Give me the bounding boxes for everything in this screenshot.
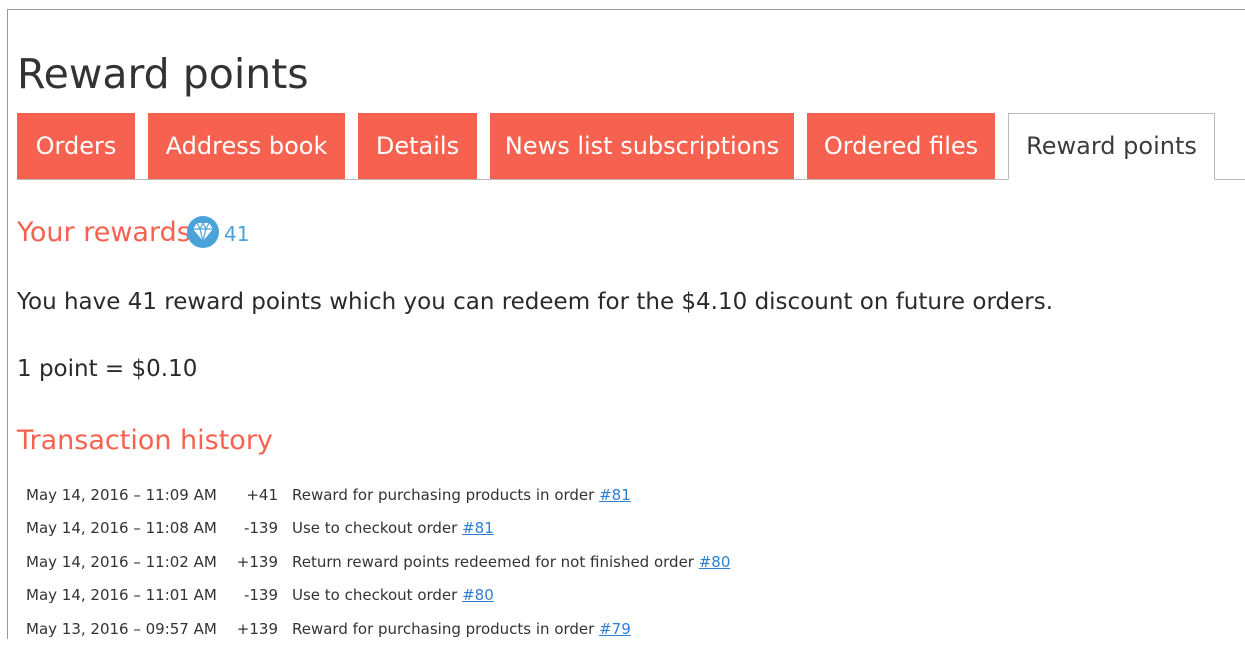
transaction-amount: +139 <box>236 552 278 571</box>
transaction-text: Return reward points redeemed for not fi… <box>292 552 699 571</box>
your-rewards-heading: Your rewards <box>17 217 191 248</box>
tab-news-list-subscriptions[interactable]: News list subscriptions <box>490 113 794 179</box>
transaction-amount: -139 <box>243 519 278 538</box>
order-link[interactable]: #81 <box>599 486 631 504</box>
table-row: May 14, 2016 – 11:09 AM +41 Reward for p… <box>20 478 730 512</box>
transaction-description: Reward for purchasing products in order … <box>288 612 730 646</box>
transaction-date: May 14, 2016 – 11:08 AM <box>26 519 217 538</box>
table-row: May 14, 2016 – 11:01 AM -139 Use to chec… <box>20 579 730 613</box>
transaction-description: Return reward points redeemed for not fi… <box>288 545 730 579</box>
order-link[interactable]: #79 <box>599 620 631 638</box>
transaction-text: Use to checkout order <box>292 586 463 605</box>
tab-orders[interactable]: Orders <box>17 113 135 179</box>
transaction-amount: -139 <box>243 586 278 605</box>
transaction-history-heading: Transaction history <box>17 425 273 456</box>
transaction-amount: +139 <box>236 619 278 638</box>
transaction-date: May 14, 2016 – 11:01 AM <box>26 586 217 605</box>
table-row: May 14, 2016 – 11:08 AM -139 Use to chec… <box>20 512 730 546</box>
page-title: Reward points <box>17 50 309 98</box>
transaction-description: Use to checkout order #81 <box>288 512 730 546</box>
transaction-date: May 13, 2016 – 09:57 AM <box>26 619 217 638</box>
account-tabs: Orders Address book Details News list su… <box>17 112 1245 180</box>
transaction-text: Reward for purchasing products in order <box>292 619 600 638</box>
point-conversion-rate: 1 point = $0.10 <box>17 356 198 382</box>
transaction-text: Use to checkout order <box>292 519 463 538</box>
tab-address-book[interactable]: Address book <box>148 113 345 179</box>
transaction-history-table: May 14, 2016 – 11:09 AM +41 Reward for p… <box>20 478 730 646</box>
order-link[interactable]: #80 <box>699 553 731 571</box>
order-link[interactable]: #80 <box>462 586 494 604</box>
tab-details[interactable]: Details <box>358 113 477 179</box>
transaction-text: Reward for purchasing products in order <box>292 485 600 504</box>
transaction-description: Use to checkout order #80 <box>288 579 730 613</box>
transaction-description: Reward for purchasing products in order … <box>288 478 730 512</box>
table-row: May 14, 2016 – 11:02 AM +139 Return rewa… <box>20 545 730 579</box>
table-row: May 13, 2016 – 09:57 AM +139 Reward for … <box>20 612 730 646</box>
tab-reward-points[interactable]: Reward points <box>1008 113 1215 180</box>
transaction-date: May 14, 2016 – 11:02 AM <box>26 552 217 571</box>
order-link[interactable]: #81 <box>462 519 494 537</box>
transaction-amount: +41 <box>246 485 278 504</box>
reward-points-count: 41 <box>224 222 250 246</box>
transaction-date: May 14, 2016 – 11:09 AM <box>26 485 217 504</box>
reward-points-message: You have 41 reward points which you can … <box>17 289 1054 315</box>
tab-ordered-files[interactable]: Ordered files <box>807 113 995 179</box>
diamond-icon <box>187 216 219 248</box>
